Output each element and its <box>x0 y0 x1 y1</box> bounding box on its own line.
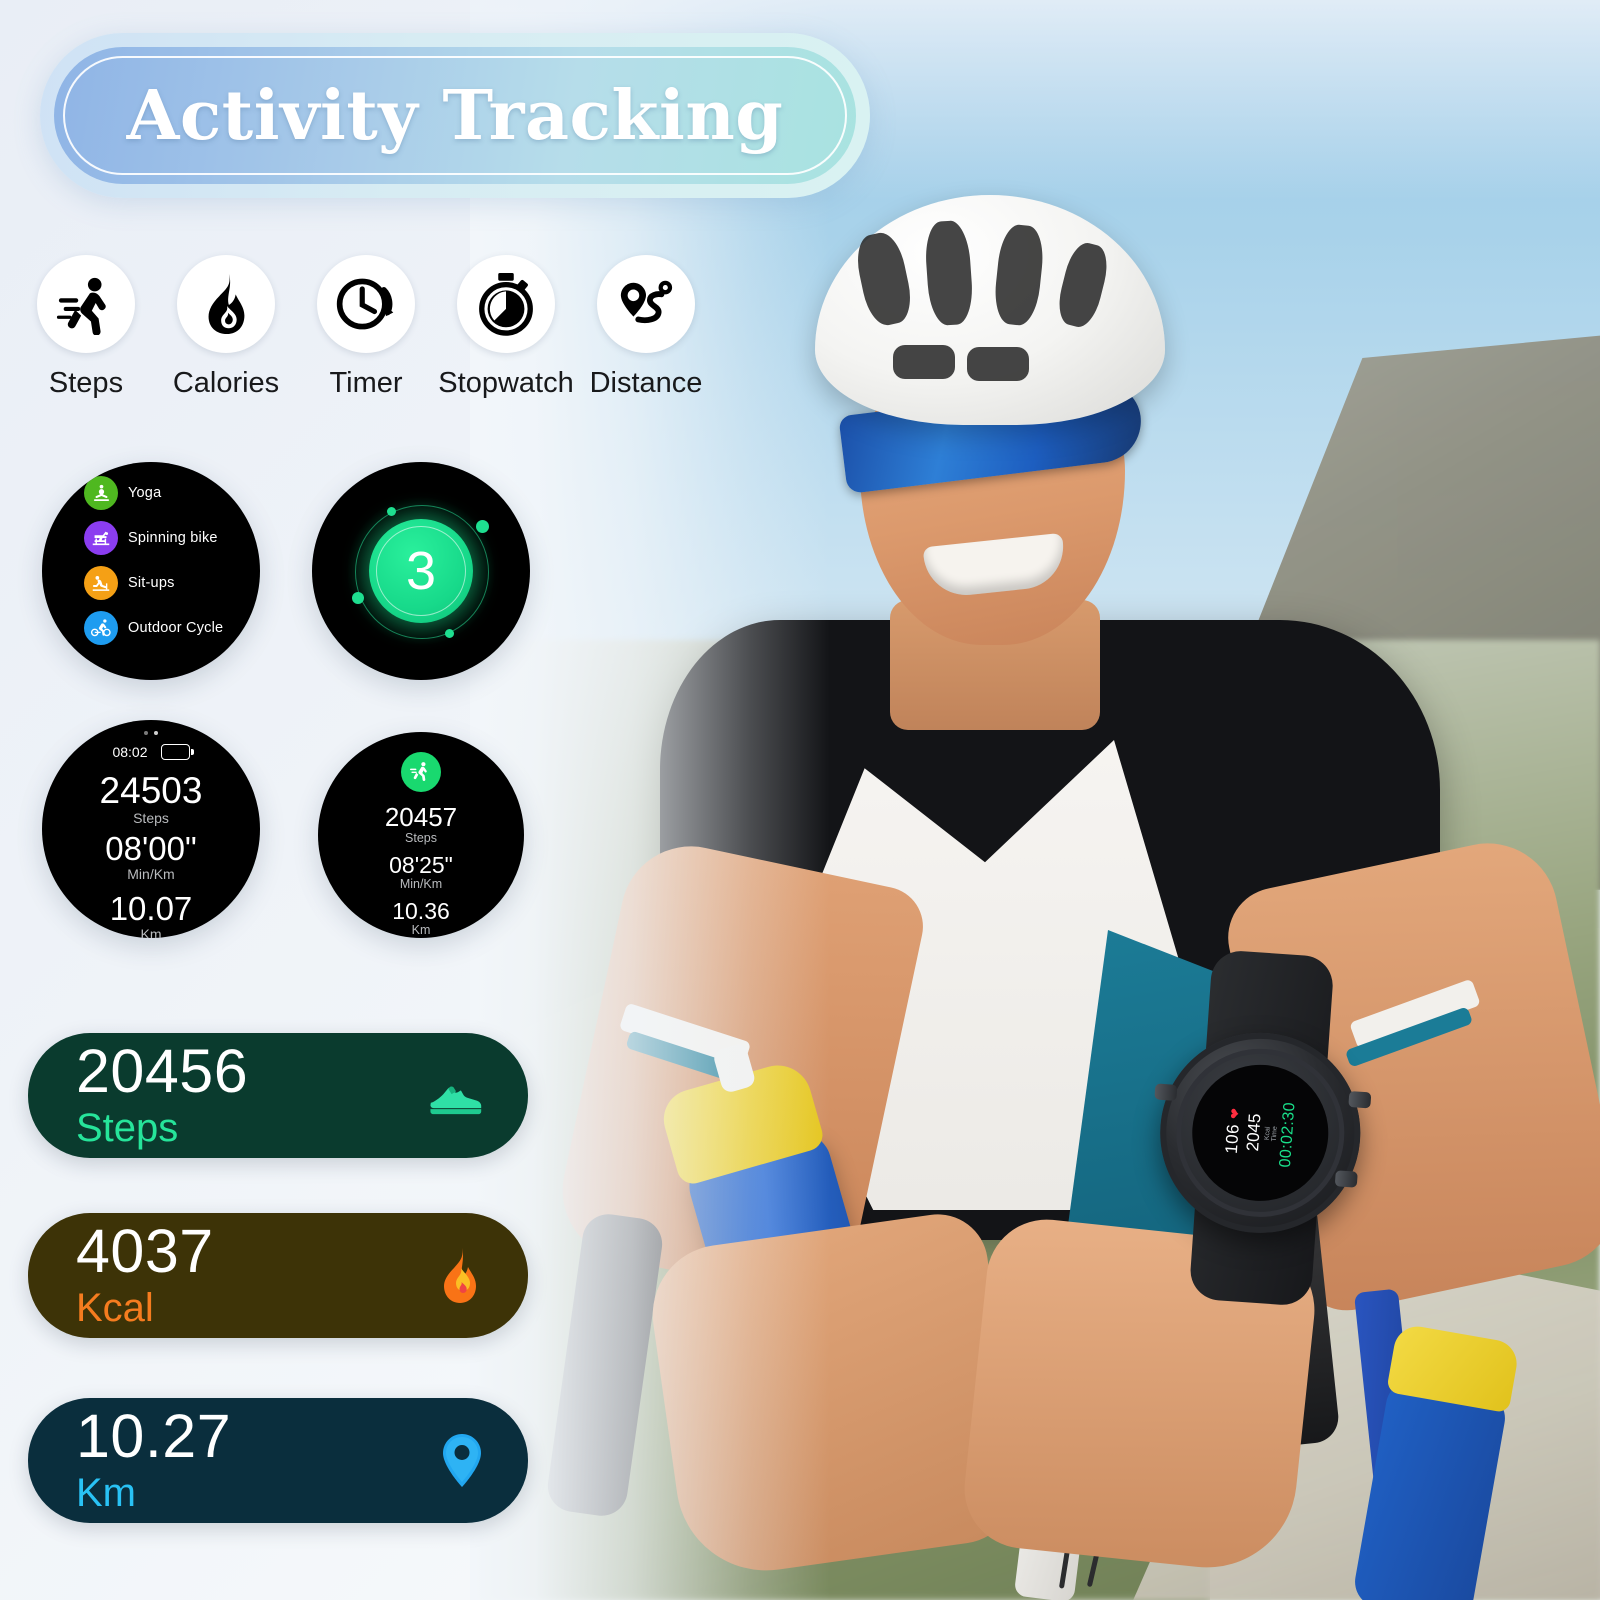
pace-label: Min/Km <box>127 865 175 882</box>
feature-stopwatch[interactable]: Stopwatch <box>438 255 574 400</box>
watch-face-run-summary-1: 08:02 24503 Steps 08'00" Min/Km 10.07 Km <box>42 720 260 938</box>
pace-value: 08'00" <box>105 830 197 867</box>
stat-label: Steps <box>76 1105 179 1150</box>
feature-calories[interactable]: Calories <box>172 255 280 400</box>
worn-watch-kcal-value: 2045 <box>1242 1112 1265 1152</box>
stat-pill-distance[interactable]: 10.27 Km <box>28 1398 528 1523</box>
pace-label: Min/Km <box>399 877 443 892</box>
stat-pill-steps[interactable]: 20456 Steps <box>28 1033 528 1158</box>
watch-face-run-summary-2: 20457 Steps 08'25" Min/Km 10.36 Km <box>318 732 524 938</box>
sport-list-item[interactable]: Outdoor Cycle <box>84 611 223 645</box>
feature-distance[interactable]: Distance <box>589 255 703 400</box>
feature-label: Steps <box>48 367 124 399</box>
stat-label: Kcal <box>76 1285 154 1330</box>
cyclist-photo: 106 ❤ 2045 Kcal Time 00:02:30 <box>470 0 1600 1600</box>
worn-watch-time-label: Time <box>1270 1126 1279 1142</box>
worn-watch-time-value: 00:02:30 <box>1276 1101 1299 1169</box>
map-pin-icon <box>440 1433 484 1489</box>
distance-value: 10.36 <box>392 898 450 924</box>
distance-value: 10.07 <box>109 890 193 927</box>
stopwatch-icon <box>457 255 555 353</box>
watch-face-countdown: 3 <box>312 462 530 680</box>
stat-pill-calories[interactable]: 4037 Kcal <box>28 1213 528 1338</box>
sneaker-icon <box>426 1076 484 1116</box>
flame-icon <box>436 1247 484 1304</box>
heart-icon: ❤ <box>1226 1107 1243 1120</box>
steps-label: Steps <box>405 830 437 845</box>
sport-label: Sit-ups <box>128 574 175 591</box>
sport-label: Yoga <box>128 484 162 501</box>
watch-face-sports-list: Yoga Spinning bike Sit-ups Outdoor Cycle <box>42 462 260 680</box>
sport-label: Outdoor Cycle <box>128 619 224 636</box>
feature-label: Calories <box>172 367 280 399</box>
running-person-icon <box>401 752 441 792</box>
yoga-icon <box>84 476 118 510</box>
spinning-bike-icon <box>84 521 118 555</box>
sport-list-item[interactable]: Spinning bike <box>84 521 223 555</box>
route-pin-icon <box>597 255 695 353</box>
feature-label: Timer <box>329 367 403 399</box>
worn-watch-screen: 106 ❤ 2045 Kcal Time 00:02:30 <box>1187 1060 1333 1206</box>
flame-icon <box>177 255 275 353</box>
stat-value: 20456 <box>76 1037 249 1106</box>
distance-label: Km <box>140 925 162 938</box>
outdoor-cycle-icon <box>84 611 118 645</box>
timer-clock-icon <box>317 255 415 353</box>
sit-ups-icon <box>84 566 118 600</box>
running-person-icon <box>37 255 135 353</box>
feature-steps[interactable]: Steps <box>32 255 140 400</box>
steps-value: 20457 <box>384 802 458 832</box>
page-title: Activity Tracking <box>126 75 784 156</box>
feature-label: Distance <box>589 367 703 399</box>
sport-label: Spinning bike <box>128 529 218 546</box>
steps-label: Steps <box>133 809 169 826</box>
watch-status-bar: 08:02 <box>42 744 260 760</box>
battery-icon <box>160 744 194 760</box>
feature-timer[interactable]: Timer <box>312 255 420 400</box>
worn-smartwatch: 106 ❤ 2045 Kcal Time 00:02:30 <box>1148 949 1377 1307</box>
pace-value: 08'25" <box>389 852 453 878</box>
distance-label: Km <box>411 923 431 938</box>
watch-clock: 08:02 <box>112 744 148 760</box>
steps-value: 24503 <box>99 770 203 811</box>
stat-value: 4037 <box>76 1217 214 1286</box>
sport-list-item[interactable]: Sit-ups <box>84 566 223 600</box>
product-feature-page: 106 ❤ 2045 Kcal Time 00:02:30 Activity T… <box>0 0 1600 1600</box>
countdown-disc: 3 <box>369 519 473 623</box>
stat-value: 10.27 <box>76 1402 232 1471</box>
feature-icon-row: Steps Calories Timer Stopwatch Distance <box>32 255 703 400</box>
stat-label: Km <box>76 1470 136 1515</box>
feature-label: Stopwatch <box>438 367 574 399</box>
sport-list-item[interactable]: Yoga <box>84 476 223 510</box>
page-title-banner: Activity Tracking <box>40 33 870 198</box>
countdown-value: 3 <box>405 541 437 601</box>
page-indicator-dots <box>144 731 158 735</box>
worn-watch-heart-rate: 106 <box>1221 1123 1243 1155</box>
photo-left-fade <box>470 0 830 1600</box>
